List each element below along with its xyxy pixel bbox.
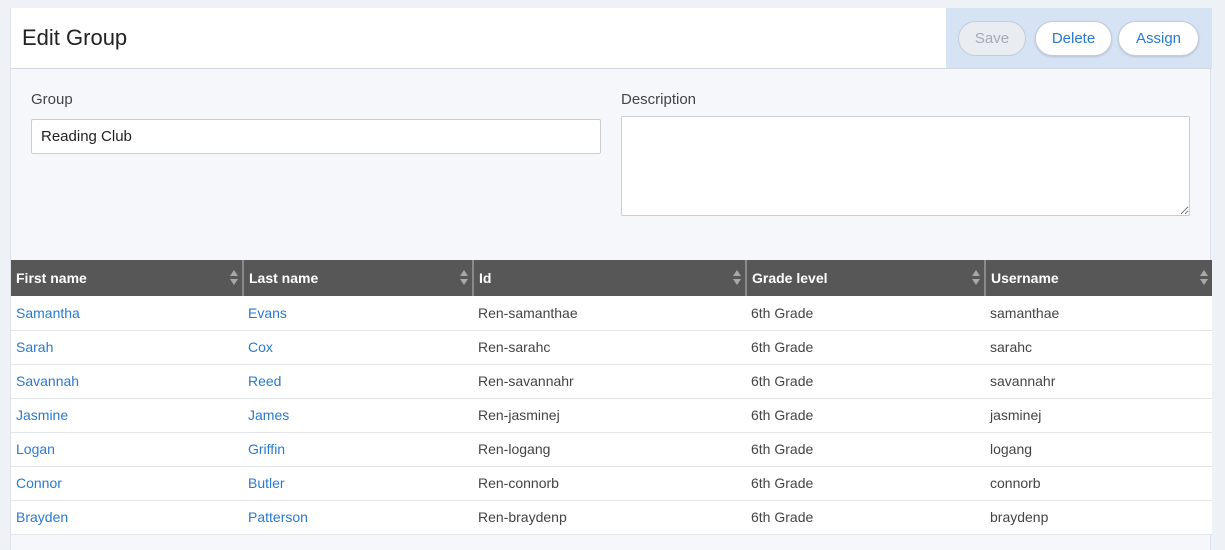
- delete-button[interactable]: Delete: [1035, 21, 1112, 56]
- sort-icon[interactable]: [460, 270, 468, 286]
- last-name-cell: Cox: [243, 330, 473, 365]
- first-name-cell: Connor: [11, 466, 243, 501]
- first-name-link[interactable]: Savannah: [16, 373, 79, 389]
- last-name-link[interactable]: Evans: [248, 305, 287, 321]
- last-name-cell: Reed: [243, 364, 473, 399]
- column-header-last-name[interactable]: Last name: [243, 260, 474, 296]
- grade-level-cell: 6th Grade: [746, 364, 985, 399]
- description-textarea[interactable]: [621, 116, 1190, 216]
- group-label: Group: [31, 91, 73, 108]
- table-row: Brayden Patterson Ren-braydenp 6th Grade…: [11, 500, 1212, 535]
- username-cell: jasminej: [985, 398, 1212, 433]
- column-header-first-name[interactable]: First name: [11, 260, 244, 296]
- first-name-cell: Jasmine: [11, 398, 243, 433]
- username-cell: savannahr: [985, 364, 1212, 399]
- action-button-area: Save Delete Assign: [946, 8, 1212, 68]
- first-name-link[interactable]: Jasmine: [16, 407, 68, 423]
- column-header-grade-level[interactable]: Grade level: [746, 260, 986, 296]
- id-cell: Ren-logang: [473, 432, 746, 467]
- grade-level-cell: 6th Grade: [746, 330, 985, 365]
- last-name-link[interactable]: Patterson: [248, 509, 308, 525]
- username-cell: braydenp: [985, 500, 1212, 535]
- page-title: Edit Group: [22, 25, 128, 50]
- username-cell: samanthae: [985, 296, 1212, 331]
- username-cell: sarahc: [985, 330, 1212, 365]
- first-name-cell: Sarah: [11, 330, 243, 365]
- table-row: Samantha Evans Ren-samanthae 6th Grade s…: [11, 296, 1212, 331]
- save-button[interactable]: Save: [958, 21, 1026, 56]
- first-name-cell: Logan: [11, 432, 243, 467]
- sort-icon[interactable]: [1200, 270, 1208, 286]
- grade-level-cell: 6th Grade: [746, 500, 985, 535]
- last-name-cell: Griffin: [243, 432, 473, 467]
- first-name-cell: Samantha: [11, 296, 243, 331]
- last-name-cell: Butler: [243, 466, 473, 501]
- header-bar: Edit Group Save Delete Assign: [11, 8, 1212, 69]
- members-table: First name Last name Id Grade level User…: [11, 260, 1212, 535]
- first-name-link[interactable]: Sarah: [16, 339, 53, 355]
- first-name-cell: Savannah: [11, 364, 243, 399]
- column-header-label: First name: [16, 270, 87, 286]
- id-cell: Ren-braydenp: [473, 500, 746, 535]
- column-header-label: Id: [479, 270, 492, 286]
- column-header-label: Last name: [249, 270, 319, 286]
- first-name-link[interactable]: Connor: [16, 475, 62, 491]
- first-name-cell: Brayden: [11, 500, 243, 535]
- sort-icon[interactable]: [733, 270, 741, 286]
- table-row: Logan Griffin Ren-logang 6th Grade logan…: [11, 432, 1212, 467]
- id-cell: Ren-jasminej: [473, 398, 746, 433]
- table-row: Savannah Reed Ren-savannahr 6th Grade sa…: [11, 364, 1212, 399]
- sort-icon[interactable]: [972, 270, 980, 286]
- grade-level-cell: 6th Grade: [746, 432, 985, 467]
- last-name-cell: Patterson: [243, 500, 473, 535]
- table-header-row: First name Last name Id Grade level User…: [11, 260, 1212, 296]
- table-row: Connor Butler Ren-connorb 6th Grade conn…: [11, 466, 1212, 501]
- last-name-cell: James: [243, 398, 473, 433]
- table-row: Jasmine James Ren-jasminej 6th Grade jas…: [11, 398, 1212, 433]
- last-name-link[interactable]: Griffin: [248, 441, 285, 457]
- first-name-link[interactable]: Logan: [16, 441, 55, 457]
- id-cell: Ren-savannahr: [473, 364, 746, 399]
- last-name-link[interactable]: Reed: [248, 373, 281, 389]
- username-cell: logang: [985, 432, 1212, 467]
- column-header-id[interactable]: Id: [473, 260, 747, 296]
- last-name-cell: Evans: [243, 296, 473, 331]
- description-label: Description: [621, 91, 697, 108]
- first-name-link[interactable]: Brayden: [16, 509, 68, 525]
- assign-button[interactable]: Assign: [1118, 21, 1199, 56]
- group-name-input[interactable]: [31, 119, 601, 154]
- username-cell: connorb: [985, 466, 1212, 501]
- first-name-link[interactable]: Samantha: [16, 305, 80, 321]
- grade-level-cell: 6th Grade: [746, 466, 985, 501]
- id-cell: Ren-samanthae: [473, 296, 746, 331]
- sort-icon[interactable]: [230, 270, 238, 286]
- id-cell: Ren-sarahc: [473, 330, 746, 365]
- last-name-link[interactable]: James: [248, 407, 289, 423]
- last-name-link[interactable]: Cox: [248, 339, 273, 355]
- id-cell: Ren-connorb: [473, 466, 746, 501]
- last-name-link[interactable]: Butler: [248, 475, 285, 491]
- grade-level-cell: 6th Grade: [746, 296, 985, 331]
- column-header-username[interactable]: Username: [985, 260, 1212, 296]
- edit-group-panel: Edit Group Save Delete Assign Group Desc…: [10, 8, 1212, 550]
- table-row: Sarah Cox Ren-sarahc 6th Grade sarahc: [11, 330, 1212, 365]
- grade-level-cell: 6th Grade: [746, 398, 985, 433]
- column-header-label: Username: [991, 270, 1059, 286]
- column-header-label: Grade level: [752, 270, 828, 286]
